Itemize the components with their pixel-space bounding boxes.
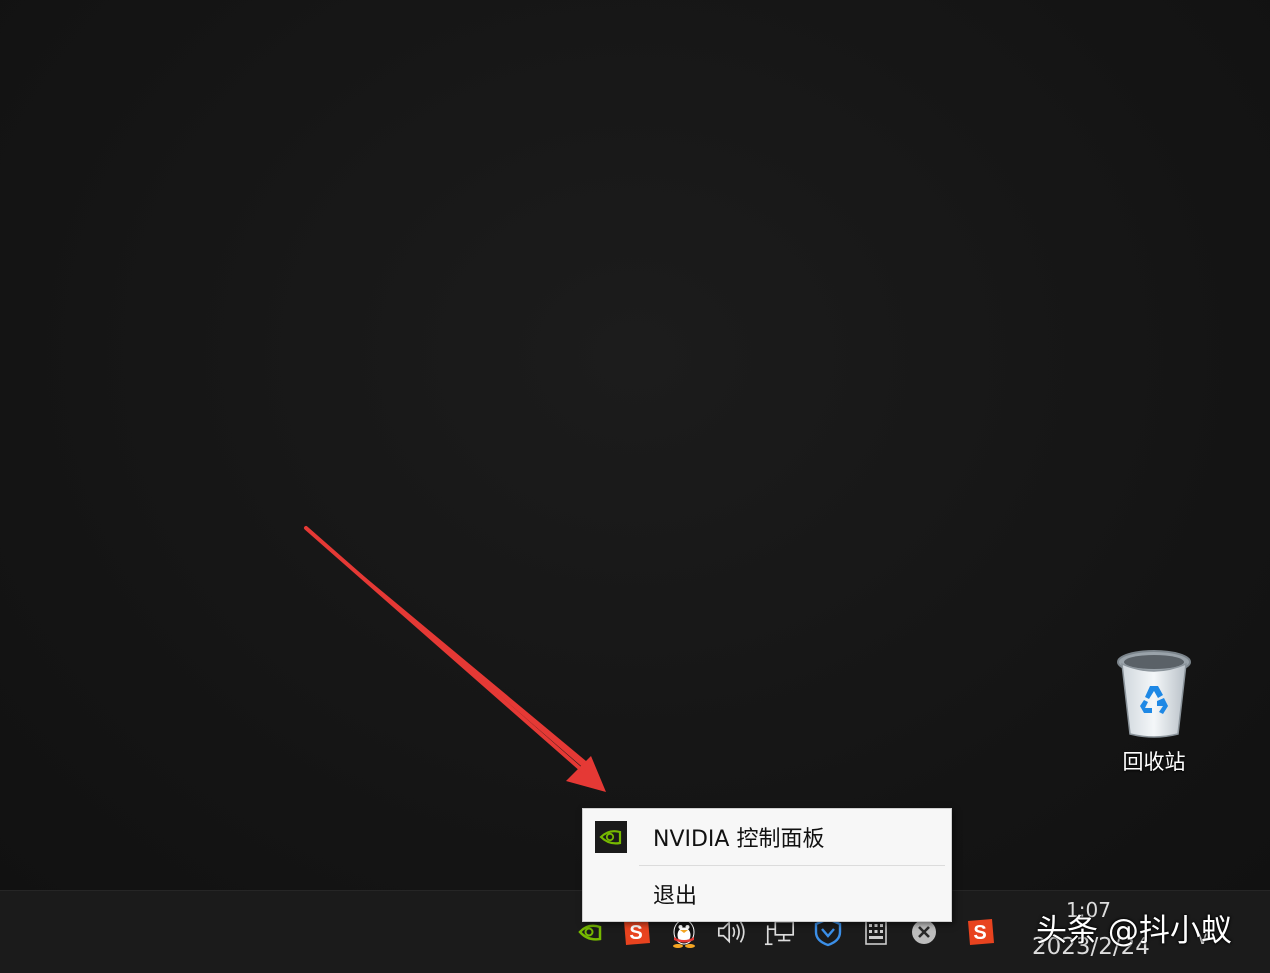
- menu-item-nvidia-control-panel[interactable]: NVIDIA 控制面板: [583, 809, 951, 864]
- svg-text:S: S: [973, 922, 986, 944]
- nvidia-icon: [578, 924, 602, 941]
- sogou-tray-icon-2[interactable]: S: [964, 916, 996, 948]
- volume-icon: [717, 920, 745, 944]
- tray-context-menu: NVIDIA 控制面板 退出: [582, 808, 952, 922]
- menu-item-label: 退出: [653, 883, 698, 909]
- watermark: 头条 @抖小蚁: [1036, 913, 1232, 949]
- menu-item-label: NVIDIA 控制面板: [653, 826, 825, 852]
- menu-item-exit[interactable]: 退出: [583, 866, 951, 921]
- nvidia-icon: [595, 821, 627, 853]
- sogou-ime-icon: S: [968, 919, 994, 945]
- svg-text:S: S: [629, 922, 642, 944]
